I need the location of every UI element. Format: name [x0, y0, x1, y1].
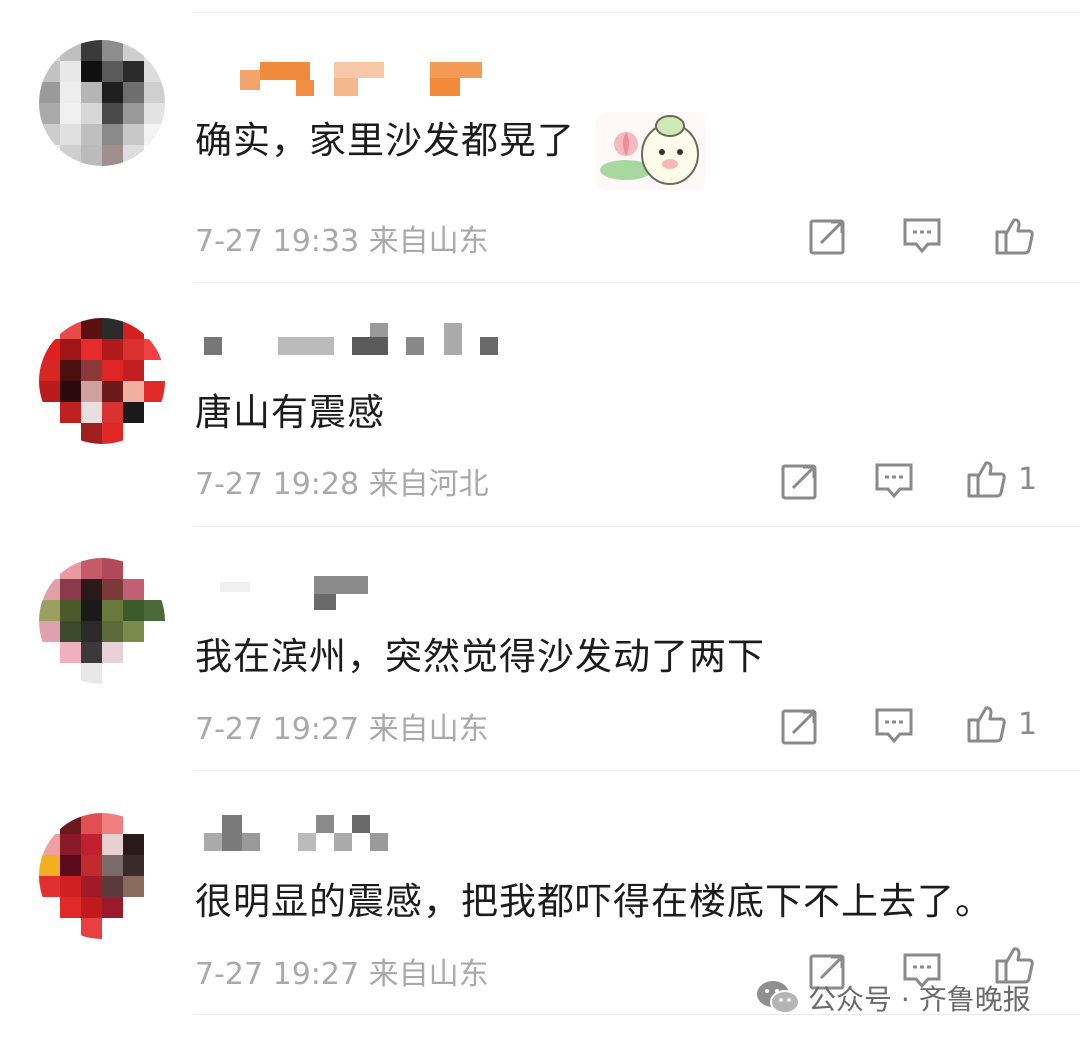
comment-text: 我在滨州，突然觉得沙发动了两下: [195, 635, 765, 678]
comment-item: 很明显的震感，把我都吓得在楼底下不上去了。 7-27 19:27 来自山东: [0, 735, 1080, 992]
avatar[interactable]: [39, 318, 165, 444]
comment-meta: 7-27 19:27 来自山东: [195, 949, 489, 993]
comment-text: 很明显的震感，把我都吓得在楼底下不上去了。: [195, 880, 993, 923]
wechat-icon: [757, 981, 800, 1014]
emoji-sticker-icon: [596, 112, 706, 190]
comment-item: 确实，家里沙发都晃了 7-27 19:33 来自山东: [0, 0, 1080, 259]
comment-item: 唐山有震感 7-27 19:28 来自河北 1: [0, 245, 1080, 502]
avatar[interactable]: [39, 813, 165, 939]
wechat-watermark: 公众号 · 齐鲁晚报: [756, 978, 1031, 1018]
watermark-text: 公众号 · 齐鲁晚报: [808, 983, 1031, 1016]
avatar[interactable]: [39, 40, 165, 166]
comment-text: 确实，家里沙发都晃了: [195, 119, 575, 162]
comment-item: 我在滨州，突然觉得沙发动了两下 7-27 19:27 来自山东 1: [0, 490, 1080, 747]
comment-time: 7-27 19:27: [195, 957, 360, 992]
comment-text: 唐山有震感: [195, 391, 385, 434]
avatar[interactable]: [39, 558, 165, 684]
comment-location: 来自山东: [368, 957, 489, 992]
